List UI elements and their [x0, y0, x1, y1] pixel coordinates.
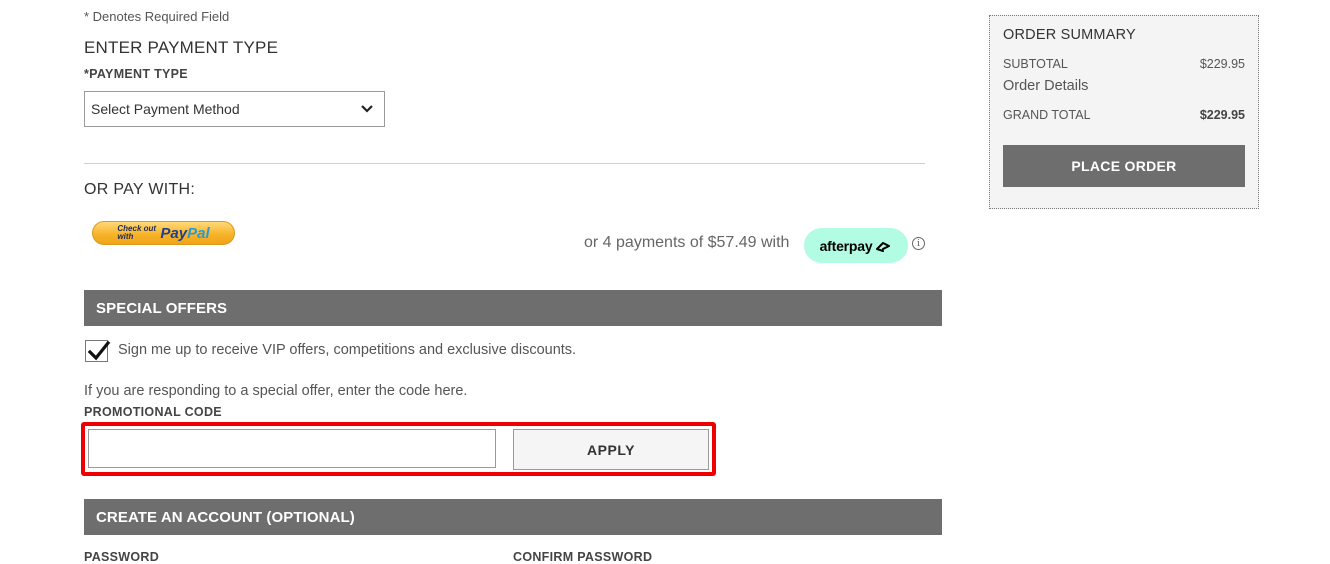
order-details-link[interactable]: Order Details — [1003, 78, 1088, 94]
payment-type-heading: ENTER PAYMENT TYPE — [84, 38, 279, 57]
order-summary-panel: ORDER SUMMARY SUBTOTAL $229.95 Order Det… — [989, 15, 1259, 209]
confirm-password-label: CONFIRM PASSWORD — [513, 550, 653, 564]
subtotal-label: SUBTOTAL — [1003, 57, 1068, 71]
paypal-checkout-text: Check out with — [117, 224, 157, 241]
payment-method-select[interactable]: Select Payment Method — [84, 91, 385, 127]
subtotal-row: SUBTOTAL $229.95 — [1003, 57, 1245, 71]
afterpay-logo: afterpay — [804, 228, 908, 263]
promo-code-label: PROMOTIONAL CODE — [84, 405, 222, 419]
checkmark-icon — [87, 340, 111, 361]
chevron-down-icon — [360, 102, 374, 116]
vip-signup-checkbox[interactable] — [85, 340, 111, 362]
create-account-header: CREATE AN ACCOUNT (OPTIONAL) — [84, 499, 942, 535]
afterpay-brand-text: afterpay — [819, 237, 873, 254]
special-offers-header: SPECIAL OFFERS — [84, 290, 942, 326]
grand-total-row: GRAND TOTAL $229.95 — [1003, 108, 1245, 122]
special-offer-note: If you are responding to a special offer… — [84, 383, 468, 399]
place-order-button[interactable]: PLACE ORDER — [1003, 145, 1245, 187]
apply-promo-button[interactable]: APPLY — [513, 429, 709, 470]
section-divider — [84, 163, 925, 164]
paypal-logo: PayPal — [160, 224, 210, 242]
password-label: PASSWORD — [84, 550, 160, 564]
payment-method-selected-value: Select Payment Method — [91, 101, 240, 117]
grand-total-value: $229.95 — [1199, 108, 1245, 122]
info-icon[interactable]: i — [912, 237, 925, 250]
promo-code-input[interactable] — [88, 429, 496, 468]
payment-type-label: *PAYMENT TYPE — [84, 67, 188, 81]
afterpay-arrows-icon — [876, 241, 891, 252]
paypal-checkout-button[interactable]: Check out with PayPal — [92, 221, 235, 245]
order-summary-title: ORDER SUMMARY — [1003, 27, 1136, 43]
afterpay-installments-text: or 4 payments of $57.49 with — [584, 234, 790, 251]
vip-signup-label: Sign me up to receive VIP offers, compet… — [118, 342, 577, 358]
or-pay-with-heading: OR PAY WITH: — [84, 181, 196, 198]
required-field-note: * Denotes Required Field — [84, 9, 230, 24]
grand-total-label: GRAND TOTAL — [1003, 108, 1091, 122]
subtotal-value: $229.95 — [1199, 57, 1245, 71]
